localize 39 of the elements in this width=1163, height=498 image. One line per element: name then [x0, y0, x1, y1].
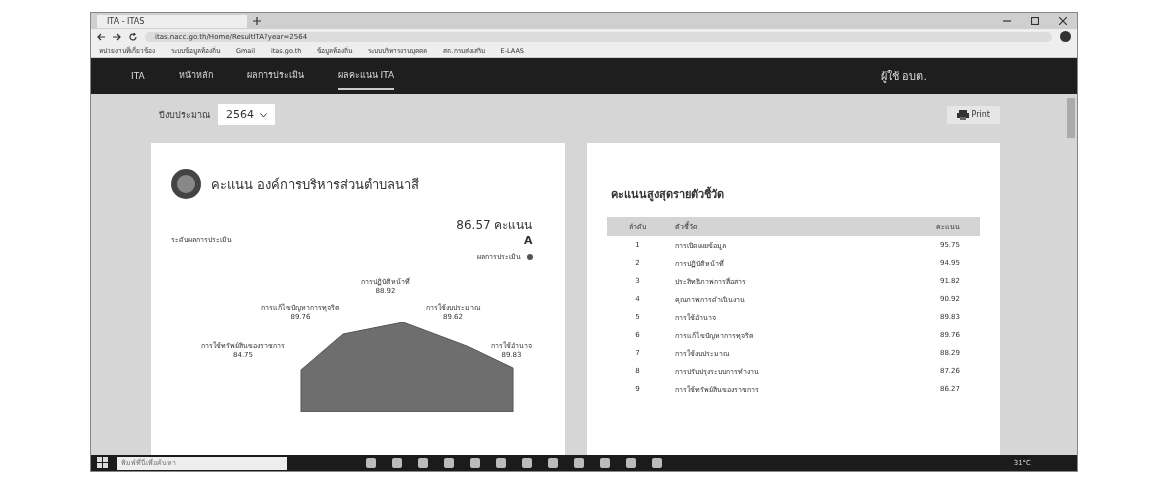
site-logo-text[interactable]: ITA: [131, 71, 145, 81]
legend-dot: [526, 253, 533, 260]
taskbar-app-icon[interactable]: [417, 457, 429, 469]
taskbar-app-icon[interactable]: [443, 457, 455, 469]
close-icon[interactable]: [1059, 17, 1067, 25]
plus-icon[interactable]: [253, 17, 261, 25]
taskbar-app-icon[interactable]: [521, 457, 533, 469]
taskbar-app-icon[interactable]: [599, 457, 611, 469]
taskbar-app-icon[interactable]: [625, 457, 637, 469]
print-button[interactable]: Print: [946, 105, 1000, 124]
back-arrow-icon[interactable]: [97, 32, 105, 41]
year-label: ปีงบประมาณ: [159, 108, 210, 122]
taskbar-app-icon[interactable]: [573, 457, 585, 469]
user-name[interactable]: ผู้ใช้ อบต.: [881, 67, 927, 85]
taskbar-app-icon[interactable]: [547, 457, 559, 469]
nav-link[interactable]: หน้าหลัก: [178, 62, 213, 90]
chevron-down-icon: [260, 113, 267, 118]
card-title: คะแนนสูงสุดรายตัวชี้วัด: [610, 185, 725, 203]
reload-icon[interactable]: [129, 32, 137, 41]
printer-icon: [956, 109, 969, 120]
profile-icon[interactable]: [1060, 31, 1071, 42]
taskbar-app-icon[interactable]: [469, 457, 481, 469]
emblem-icon: [171, 169, 201, 199]
grade-value: A: [524, 234, 533, 247]
taskbar-app-icon[interactable]: [495, 457, 507, 469]
total-score: 86.57 คะแนน: [455, 217, 533, 234]
card-title: คะแนน องค์การบริหารส่วนตำบลนาสี: [211, 175, 420, 194]
nav-link[interactable]: ผลคะแนน ITA: [337, 62, 395, 90]
nav-link[interactable]: ผลการประเมิน: [246, 62, 304, 90]
scrollbar[interactable]: [1067, 98, 1075, 138]
maximize-icon[interactable]: [1031, 17, 1039, 25]
taskbar-app-icon[interactable]: [651, 457, 663, 469]
windows-start-icon[interactable]: [97, 457, 109, 469]
taskbar-app-icon[interactable]: [391, 457, 403, 469]
minimize-icon[interactable]: [1003, 17, 1011, 25]
forward-arrow-icon[interactable]: [113, 32, 121, 41]
browser-tab[interactable]: ITA - ITAS: [97, 14, 247, 28]
year-dropdown[interactable]: 2564: [218, 104, 275, 125]
taskbar-app-icon[interactable]: [365, 457, 377, 469]
